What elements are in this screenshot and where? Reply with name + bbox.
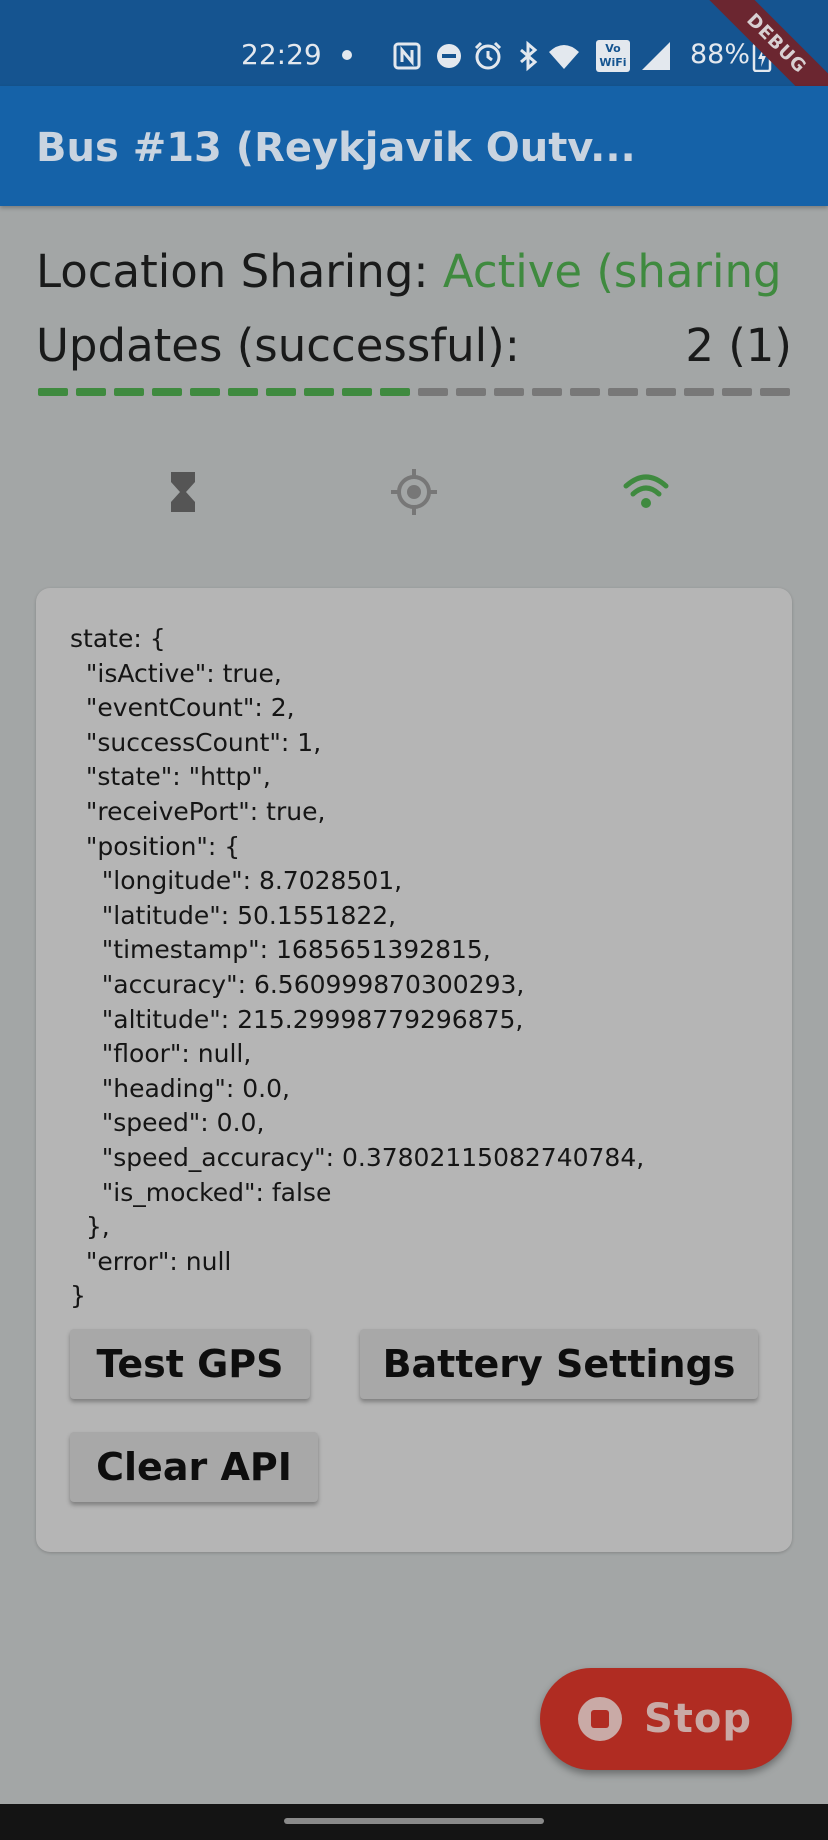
home-gesture-handle[interactable] xyxy=(284,1818,544,1824)
progress-segment-empty xyxy=(646,388,676,396)
updates-progress-bar xyxy=(38,388,790,396)
vowifi-bottom-text: WiFi xyxy=(599,56,627,69)
status-bar: 22:29 Vo WiFi 88% DEBUG xyxy=(0,0,828,134)
hourglass-icon xyxy=(171,472,195,512)
progress-segment-filled xyxy=(266,388,296,396)
location-sharing-label: Location Sharing: xyxy=(36,245,429,298)
app-bar: Bus #13 (Reykjavik Outv... xyxy=(0,86,828,206)
progress-segment-filled xyxy=(304,388,334,396)
updates-count: 2 (1) xyxy=(685,319,792,372)
dot-icon xyxy=(342,50,352,60)
progress-segment-filled xyxy=(190,388,220,396)
progress-segment-empty xyxy=(722,388,752,396)
gps-target-icon xyxy=(391,469,437,515)
stop-button[interactable]: Stop xyxy=(540,1668,792,1770)
clear-api-button[interactable]: Clear API xyxy=(70,1432,318,1502)
progress-segment-filled xyxy=(342,388,372,396)
stop-circle-icon xyxy=(578,1697,622,1741)
location-sharing-status: Active (sharing xyxy=(442,245,782,298)
vowifi-icon: Vo WiFi xyxy=(596,40,630,72)
stop-square xyxy=(591,1710,609,1728)
test-gps-button[interactable]: Test GPS xyxy=(70,1329,310,1399)
alarm-icon xyxy=(474,41,502,70)
progress-segment-filled xyxy=(114,388,144,396)
app-title: Bus #13 (Reykjavik Outv... xyxy=(36,125,636,171)
state-card: state: { "isActive": true, "eventCount":… xyxy=(36,588,792,1552)
battery-settings-button[interactable]: Battery Settings xyxy=(360,1329,758,1399)
progress-segment-empty xyxy=(418,388,448,396)
do-not-disturb-icon xyxy=(437,44,461,68)
progress-segment-empty xyxy=(684,388,714,396)
status-time: 22:29 xyxy=(241,38,322,71)
progress-segment-filled xyxy=(380,388,410,396)
navigation-bar xyxy=(0,1804,828,1840)
location-sharing-row: Location Sharing: Active (sharing xyxy=(36,244,792,300)
progress-segment-empty xyxy=(760,388,790,396)
progress-segment-empty xyxy=(570,388,600,396)
progress-segment-filled xyxy=(76,388,106,396)
progress-segment-empty xyxy=(494,388,524,396)
progress-segment-empty xyxy=(532,388,562,396)
wifi-status-icon xyxy=(623,474,669,508)
progress-segment-filled xyxy=(38,388,68,396)
state-json-text: state: { "isActive": true, "eventCount":… xyxy=(70,624,645,1311)
bluetooth-icon xyxy=(520,40,538,72)
nfc-icon xyxy=(393,42,421,70)
progress-segment-filled xyxy=(152,388,182,396)
battery-percent: 88% xyxy=(690,39,751,70)
wifi-icon xyxy=(549,45,579,69)
stop-label: Stop xyxy=(644,1696,753,1742)
progress-segment-filled xyxy=(228,388,258,396)
vowifi-top-text: Vo xyxy=(605,42,621,55)
screen: 22:29 Vo WiFi 88% DEBUG Bus #13 (Reykjav… xyxy=(0,0,828,1840)
updates-row: Updates (successful): 2 (1) xyxy=(36,318,792,374)
progress-segment-empty xyxy=(608,388,638,396)
progress-segment-empty xyxy=(456,388,486,396)
updates-label: Updates (successful): xyxy=(36,319,520,372)
signal-icon xyxy=(642,42,670,70)
